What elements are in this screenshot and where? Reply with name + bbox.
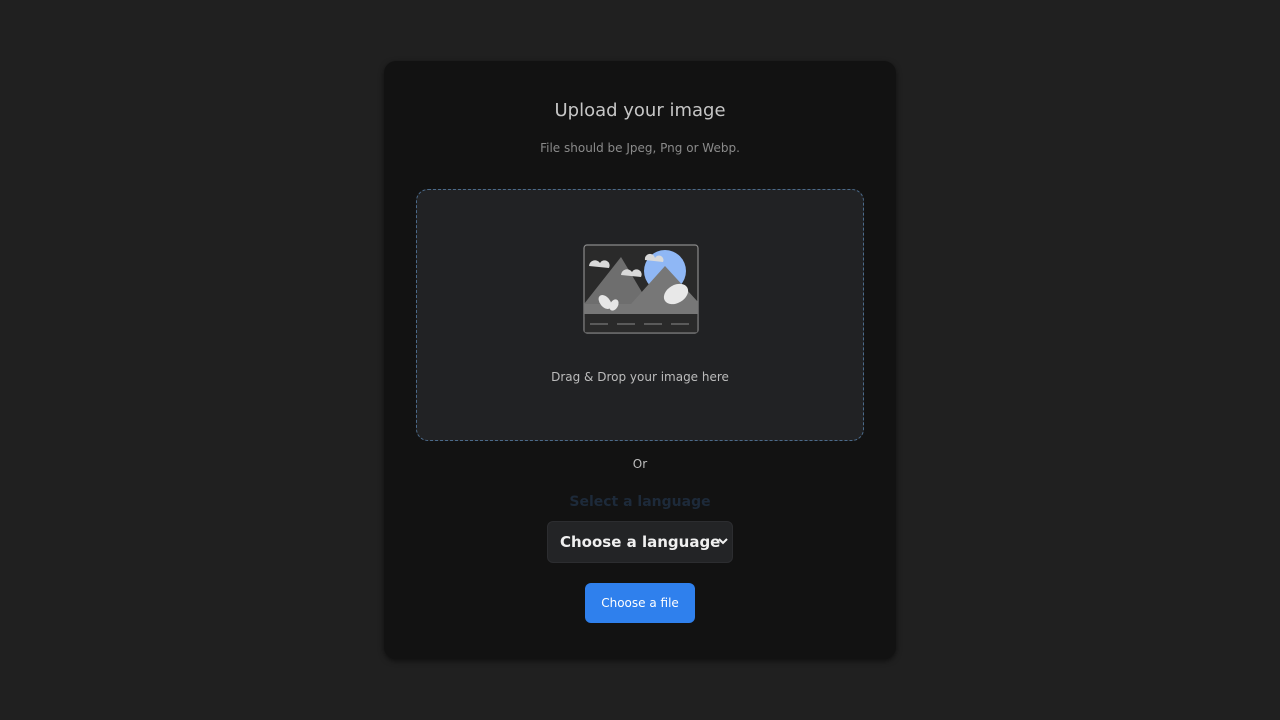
or-separator: Or <box>632 457 648 471</box>
language-label: Select a language <box>569 494 711 510</box>
upload-subtitle: File should be Jpeg, Png or Webp. <box>540 141 740 155</box>
language-select[interactable]: Choose a language <box>547 521 733 563</box>
dropzone-hint: Drag & Drop your image here <box>551 370 729 384</box>
upload-title: Upload your image <box>554 100 726 121</box>
image-placeholder-icon <box>583 244 699 334</box>
image-dropzone[interactable]: Drag & Drop your image here <box>416 189 864 441</box>
choose-file-button[interactable]: Choose a file <box>585 583 695 623</box>
upload-card: Upload your image File should be Jpeg, P… <box>384 61 896 659</box>
